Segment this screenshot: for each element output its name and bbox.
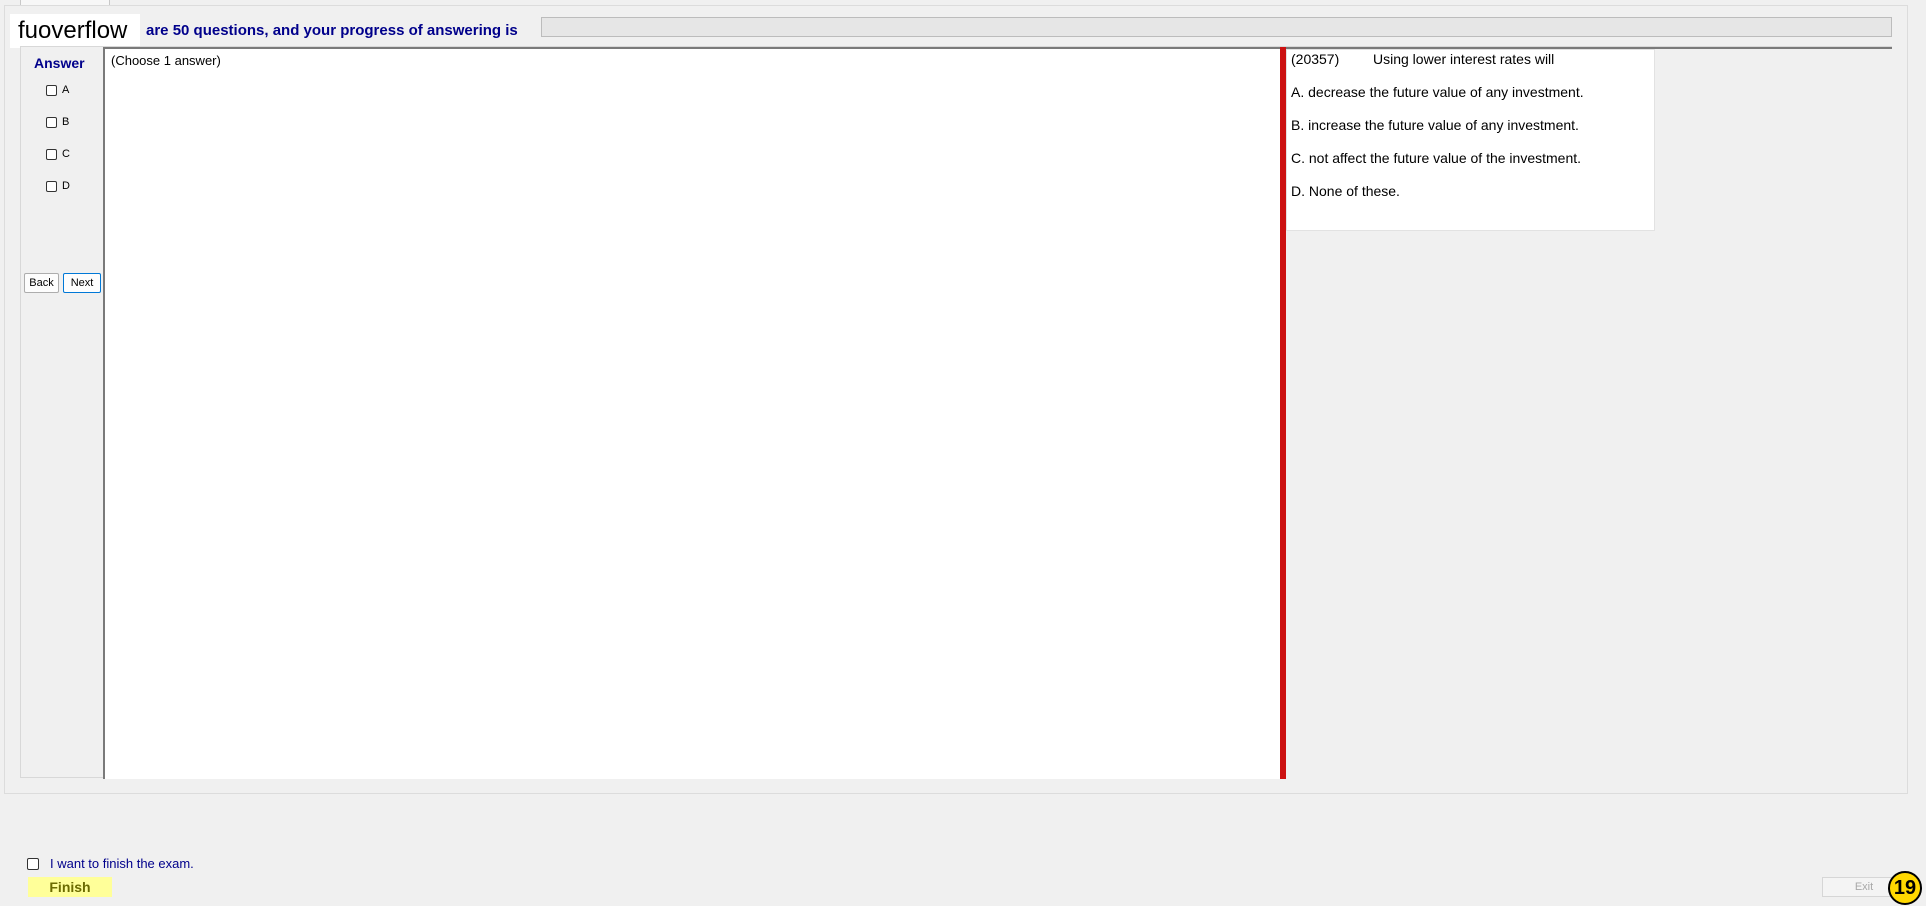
answer-checkbox-c[interactable] [46, 148, 57, 160]
question-choice-b: B. increase the future value of any inve… [1291, 117, 1579, 133]
question-choice-c: C. not affect the future value of the in… [1291, 150, 1582, 166]
finish-checkbox-label: I want to finish the exam. [50, 856, 194, 871]
brand-logo: fuoverflow [10, 14, 140, 48]
finish-button[interactable]: Finish [28, 877, 112, 897]
question-box [1286, 49, 1655, 231]
answer-option-label: D [62, 180, 70, 192]
question-text: Using lower interest rates will [1373, 51, 1555, 67]
next-button[interactable]: Next [63, 273, 101, 293]
answer-checkbox-a[interactable] [46, 84, 57, 96]
choose-instruction: (Choose 1 answer) [111, 53, 221, 68]
answer-option-a[interactable]: A [46, 82, 69, 98]
back-button[interactable]: Back [24, 273, 59, 293]
answer-option-d[interactable]: D [46, 178, 70, 194]
question-number-badge: 19 [1888, 871, 1922, 905]
progress-caption: are 50 questions, and your progress of a… [146, 22, 518, 39]
answer-title: Answer [34, 55, 85, 71]
answer-option-b[interactable]: B [46, 114, 69, 130]
question-id: (20357) [1291, 51, 1340, 67]
answer-work-area[interactable] [103, 47, 1282, 779]
answer-option-label: B [62, 116, 70, 128]
finish-confirm-row[interactable]: I want to finish the exam. [27, 856, 194, 871]
question-choice-d: D. None of these. [1291, 183, 1400, 199]
question-stem: (20357) Using lower interest rates will [1291, 51, 1554, 67]
answer-option-c[interactable]: C [46, 146, 70, 162]
finish-checkbox[interactable] [27, 857, 39, 870]
answer-checkbox-d[interactable] [46, 180, 57, 192]
answer-option-label: A [62, 84, 70, 96]
answer-option-label: C [62, 148, 70, 160]
question-choice-a: A. decrease the future value of any inve… [1291, 84, 1584, 100]
progress-bar [541, 17, 1892, 37]
answer-checkbox-b[interactable] [46, 116, 57, 128]
